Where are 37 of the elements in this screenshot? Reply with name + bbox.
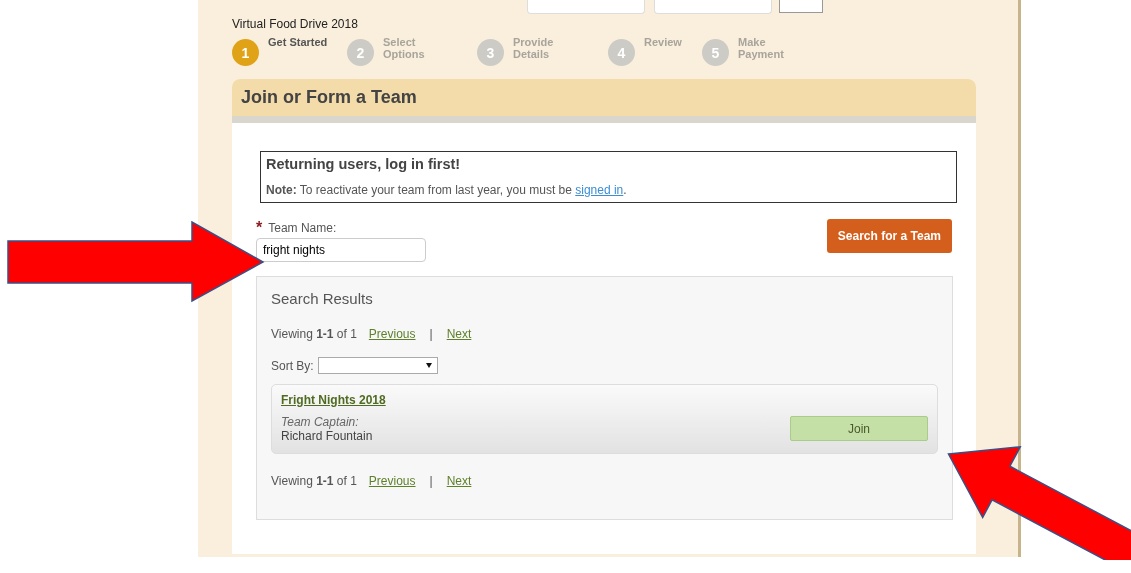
join-button[interactable]: Join bbox=[790, 416, 928, 441]
step-number: 3 bbox=[477, 39, 504, 66]
step-number: 5 bbox=[702, 39, 729, 66]
step-number: 4 bbox=[608, 39, 635, 66]
team-name-label: Team Name: bbox=[268, 221, 337, 235]
notice-heading: Returning users, log in first! bbox=[266, 156, 462, 172]
previous-link[interactable]: Previous bbox=[368, 474, 416, 488]
required-mark: * bbox=[256, 219, 263, 237]
event-title: Virtual Food Drive 2018 bbox=[232, 17, 359, 31]
viewing-count: Viewing 1-1 of 1 bbox=[271, 474, 357, 488]
header-button[interactable] bbox=[779, 0, 823, 13]
input-field[interactable] bbox=[527, 0, 645, 14]
step-label: Make Payment bbox=[738, 36, 785, 60]
panel-title: Join or Form a Team bbox=[241, 87, 417, 108]
step-label: Get Started bbox=[268, 36, 329, 48]
step-label: Review bbox=[644, 36, 683, 48]
separator: | bbox=[429, 474, 433, 488]
sort-dropdown[interactable] bbox=[317, 357, 438, 374]
caret-icon bbox=[425, 363, 432, 368]
results-title: Search Results bbox=[271, 290, 374, 307]
sort-label: Sort By: bbox=[271, 358, 314, 373]
captain-name: Richard Fountain bbox=[281, 429, 374, 443]
step-number: 1 bbox=[232, 39, 259, 66]
input-field[interactable] bbox=[654, 0, 772, 14]
next-link[interactable]: Next bbox=[446, 327, 472, 341]
step-label: Select Options bbox=[383, 36, 426, 60]
notice-text: Note: To reactivate your team from last year, you must be signed in. bbox=[266, 183, 628, 197]
separator: | bbox=[429, 327, 433, 341]
step-number: 2 bbox=[347, 39, 374, 66]
next-link[interactable]: Next bbox=[446, 474, 472, 488]
previous-link[interactable]: Previous bbox=[368, 327, 416, 341]
step-label: Provide Details bbox=[513, 36, 555, 60]
viewing-count: Viewing 1-1 of 1 bbox=[271, 327, 357, 341]
team-name-link[interactable]: Fright Nights 2018 bbox=[281, 393, 386, 407]
captain-label: Team Captain: bbox=[281, 415, 360, 429]
search-team-button[interactable]: Search for a Team bbox=[826, 219, 952, 253]
team-name-field[interactable]: fright nights bbox=[256, 238, 426, 262]
